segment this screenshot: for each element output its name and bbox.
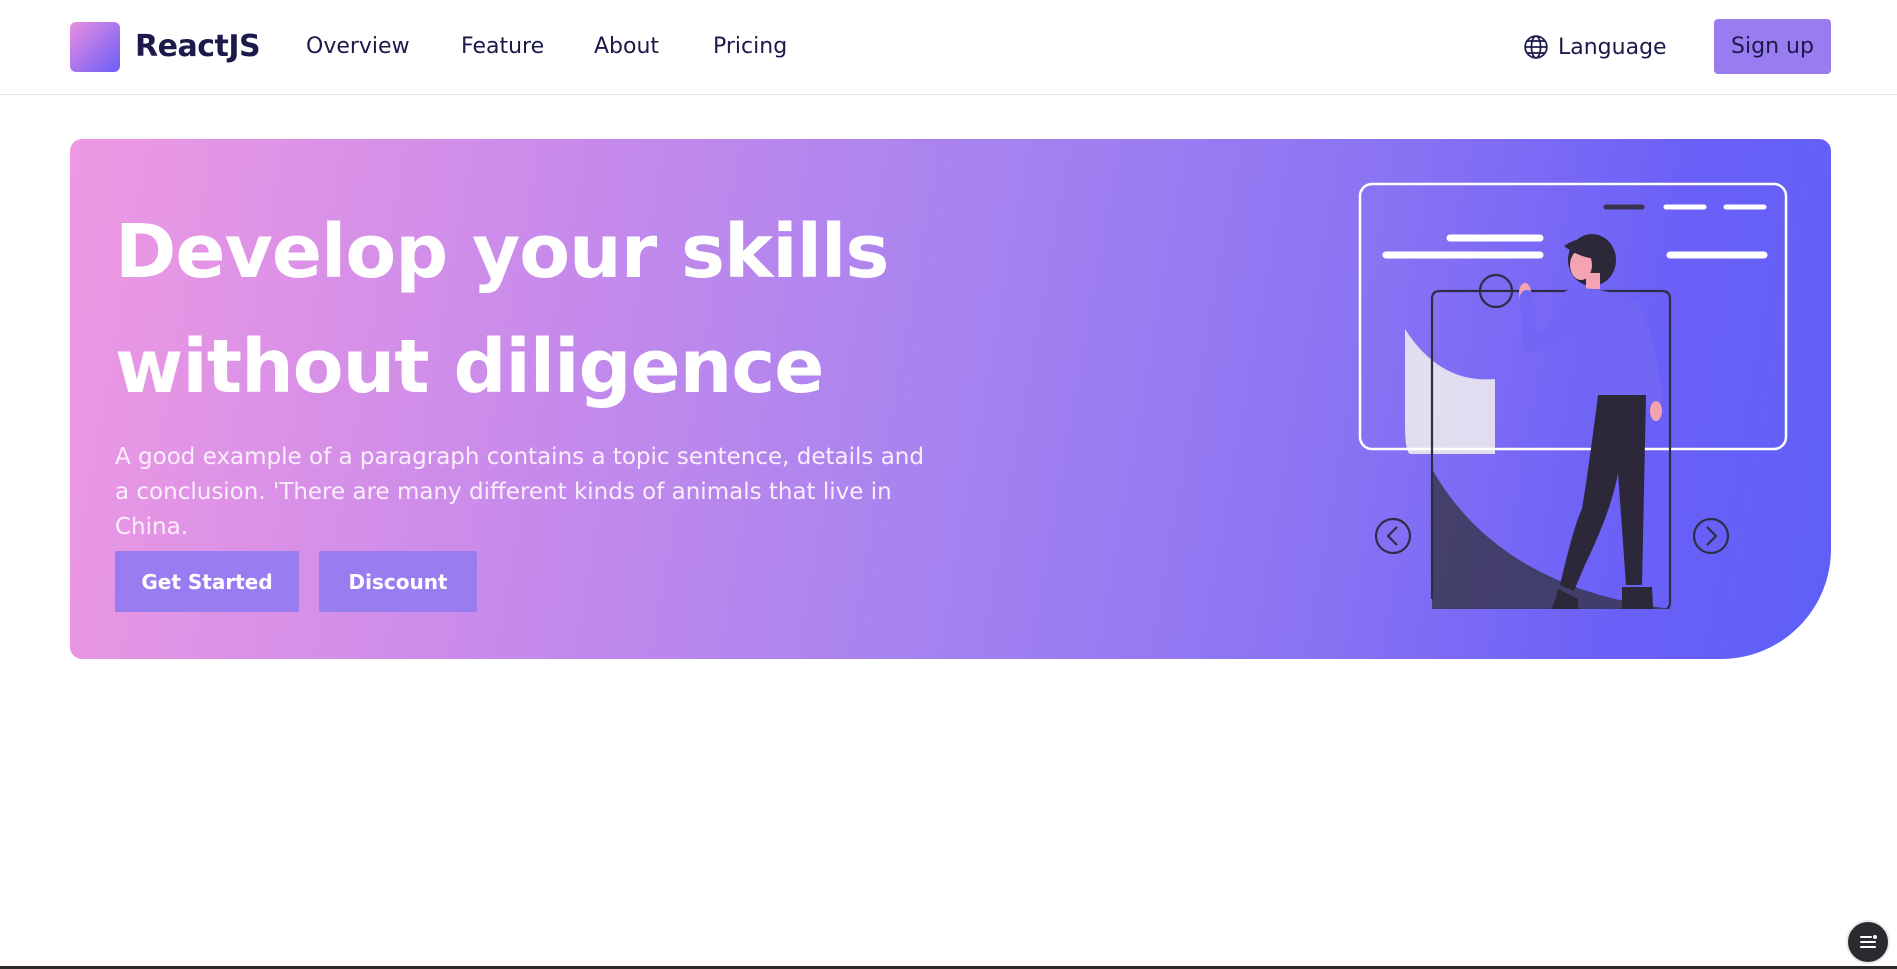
chat-menu-icon[interactable] — [1846, 920, 1890, 964]
globe-icon — [1524, 35, 1548, 59]
hero-illustration — [1358, 182, 1788, 609]
brand-name[interactable]: ReactJS — [135, 27, 261, 67]
nav-about[interactable]: About — [594, 30, 659, 64]
language-label: Language — [1558, 34, 1667, 60]
hero-paragraph: A good example of a paragraph contains a… — [115, 444, 924, 540]
hero-banner: Develop your skills without diligence A … — [70, 139, 1831, 659]
nav-pricing[interactable]: Pricing — [713, 30, 787, 64]
hero-title: Develop your skills without diligence — [115, 209, 889, 410]
top-navbar: ReactJS Overview Feature About Pricing L… — [0, 0, 1897, 95]
discount-button[interactable]: Discount — [319, 551, 477, 612]
menu-lines-icon — [1860, 935, 1877, 948]
logo-icon[interactable] — [70, 22, 120, 72]
nav-feature[interactable]: Feature — [461, 30, 544, 64]
chevron-right-icon[interactable] — [1692, 517, 1730, 555]
chevron-left-icon[interactable] — [1374, 517, 1412, 555]
language-selector[interactable]: Language — [1523, 30, 1667, 64]
get-started-button[interactable]: Get Started — [115, 551, 299, 612]
nav-overview[interactable]: Overview — [306, 30, 410, 64]
sign-up-button[interactable]: Sign up — [1714, 19, 1831, 74]
